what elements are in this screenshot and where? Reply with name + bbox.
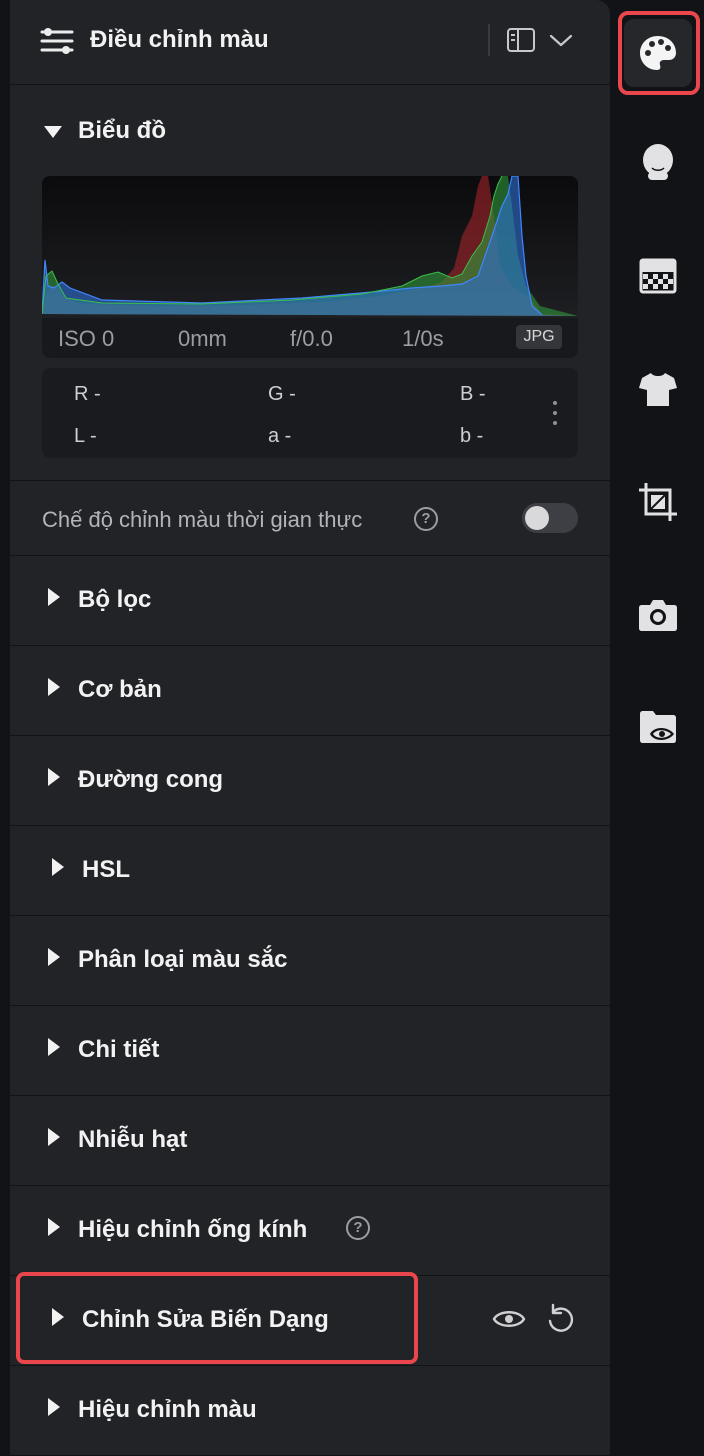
format-badge: JPG [516,325,562,349]
section-label: Đường cong [78,766,224,793]
panel-header: Điều chỉnh màu [10,0,610,85]
header-divider [488,24,490,56]
readout-b-lab: b - [460,425,484,447]
section-curve[interactable]: Đường cong [10,736,610,826]
section-label: Nhiễu hạt [78,1126,188,1153]
camera-icon [639,600,677,631]
rail-gradient-button[interactable] [624,242,692,310]
chevron-down-icon[interactable] [548,28,574,52]
triangle-right-icon [48,588,60,606]
tool-rail [614,0,704,1456]
folder-eye-icon [640,711,676,743]
help-icon[interactable]: ? [346,1216,370,1240]
readout-a: a - [268,425,292,447]
histogram-plot [42,176,578,318]
sliders-icon [40,28,74,54]
panel-title: Điều chỉnh màu [90,26,269,53]
realtime-label: Chế độ chỉnh màu thời gian thực [42,507,363,532]
readout-r: R - [74,383,101,405]
section-filter[interactable]: Bộ lọc [10,556,610,646]
reset-icon[interactable] [544,1302,578,1336]
triangle-right-icon [48,1398,60,1416]
more-options-icon[interactable] [552,401,558,429]
section-label: Bộ lọc [78,586,152,613]
histogram-chart: ISO 0 0mm f/0.0 1/0s JPG [42,176,578,358]
histogram-title[interactable]: Biểu đồ [78,117,166,145]
panel-layout-icon[interactable] [506,26,536,54]
section-label: HSL [82,856,130,883]
rail-camera-button[interactable] [624,580,692,648]
realtime-row: Chế độ chỉnh màu thời gian thực ? [10,481,610,556]
eye-icon[interactable] [492,1302,526,1336]
triangle-right-icon [48,1218,60,1236]
highlight-distortion-section [16,1272,418,1364]
triangle-right-icon [48,1128,60,1146]
rail-crop-button[interactable] [624,468,692,536]
section-label: Hiệu chỉnh ống kính [78,1216,308,1243]
color-readout: R - G - B - L - a - b - [42,368,578,458]
section-hsl[interactable]: HSL [10,826,610,916]
triangle-right-icon [48,1038,60,1056]
triangle-right-icon [48,948,60,966]
section-basic[interactable]: Cơ bản [10,646,610,736]
highlight-active-tool [618,11,700,95]
readout-l: L - [74,425,97,447]
section-color-grading[interactable]: Phân loại màu sắc [10,916,610,1006]
section-color-correction[interactable]: Hiệu chỉnh màu [10,1366,610,1456]
exif-focal-length: 0mm [178,326,227,351]
section-grain[interactable]: Nhiễu hạt [10,1096,610,1186]
exif-shutter: 1/0s [402,326,444,351]
section-label: Phân loại màu sắc [78,946,288,973]
color-adjust-panel: Điều chỉnh màu Biểu đồ ISO 0 0mm f/0.0 1… [10,0,610,1456]
histogram-section: Biểu đồ ISO 0 0mm f/0.0 1/0s JPG R - G -… [10,85,610,481]
triangle-right-icon [48,678,60,696]
crop-icon [639,483,677,521]
triangle-right-icon [48,768,60,786]
section-label: Chi tiết [78,1036,160,1063]
exif-aperture: f/0.0 [290,326,333,351]
shirt-icon [639,373,677,406]
section-label: Cơ bản [78,676,162,703]
toggle-knob [525,506,549,530]
section-lens-correction[interactable]: Hiệu chỉnh ống kính ? [10,1186,610,1276]
gradient-icon [639,258,677,294]
realtime-toggle[interactable] [522,503,578,533]
readout-g: G - [268,383,296,405]
readout-b: B - [460,383,486,405]
rail-clothing-button[interactable] [624,355,692,423]
triangle-right-icon [52,858,64,876]
rail-preview-button[interactable] [624,692,692,760]
rail-portrait-button[interactable] [624,128,692,196]
section-label: Hiệu chỉnh màu [78,1396,257,1423]
help-icon[interactable]: ? [414,507,438,531]
face-icon [643,144,673,180]
section-detail[interactable]: Chi tiết [10,1006,610,1096]
exif-iso: ISO 0 [58,326,115,351]
triangle-down-icon[interactable] [44,126,62,138]
